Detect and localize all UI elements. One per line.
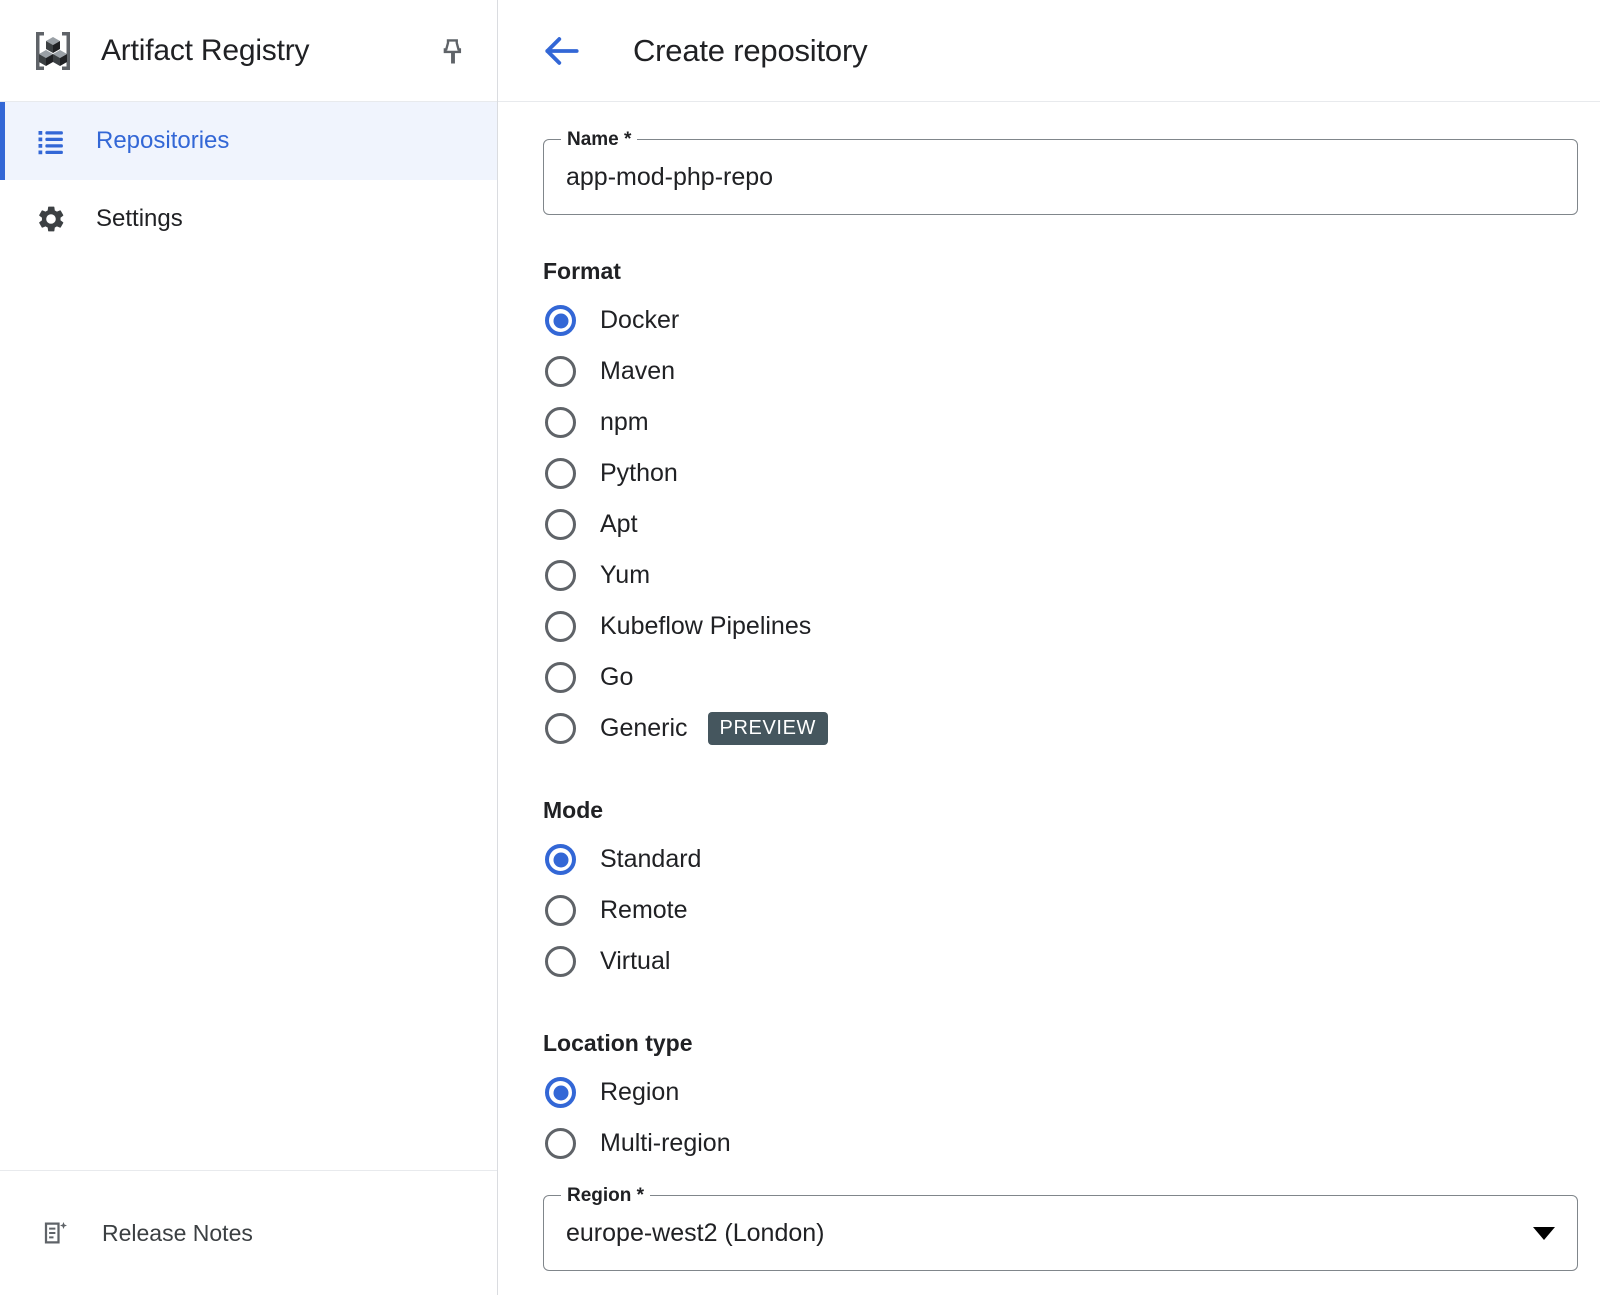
location-type-option-multi-region[interactable]: Multi-region — [543, 1118, 1600, 1169]
format-option-label: npm — [600, 408, 649, 437]
sidebar-item-repositories[interactable]: Repositories — [0, 102, 497, 180]
radio-icon[interactable] — [545, 407, 576, 438]
region-select-value: europe-west2 (London) — [566, 1219, 825, 1248]
radio-icon[interactable] — [545, 458, 576, 489]
radio-icon[interactable] — [545, 895, 576, 926]
sidebar-item-label: Settings — [96, 205, 183, 233]
format-option-label: Generic — [600, 714, 688, 743]
format-option-label: Go — [600, 663, 633, 692]
list-icon — [34, 124, 68, 158]
spacer — [543, 1169, 1600, 1195]
sidebar-item-label: Repositories — [96, 127, 229, 155]
location-type-option-region[interactable]: Region — [543, 1067, 1600, 1118]
format-group-label: Format — [543, 258, 1600, 285]
format-option-label: Python — [600, 459, 678, 488]
sidebar-nav: Repositories Settings — [0, 102, 497, 258]
radio-icon[interactable] — [545, 844, 576, 875]
format-option-python[interactable]: Python — [543, 448, 1600, 499]
radio-icon[interactable] — [545, 1128, 576, 1159]
name-field[interactable]: Name * app-mod-php-repo — [543, 139, 1578, 215]
name-field-label: Name * — [561, 129, 637, 151]
chevron-down-icon[interactable] — [1533, 1227, 1555, 1240]
mode-group-label: Mode — [543, 797, 1600, 824]
mode-group: Mode Standard Remote Virtual — [543, 797, 1600, 987]
pin-icon[interactable] — [431, 29, 475, 73]
radio-icon[interactable] — [545, 509, 576, 540]
format-option-label: Maven — [600, 357, 675, 386]
artifact-registry-logo-icon — [26, 24, 80, 78]
format-option-maven[interactable]: Maven — [543, 346, 1600, 397]
radio-icon[interactable] — [545, 305, 576, 336]
mode-option-label: Remote — [600, 896, 688, 925]
release-notes-label: Release Notes — [102, 1220, 253, 1247]
format-option-apt[interactable]: Apt — [543, 499, 1600, 550]
mode-option-remote[interactable]: Remote — [543, 885, 1600, 936]
radio-icon[interactable] — [545, 560, 576, 591]
format-option-yum[interactable]: Yum — [543, 550, 1600, 601]
sidebar-item-settings[interactable]: Settings — [0, 180, 497, 258]
arrow-left-icon[interactable] — [536, 25, 588, 77]
location-type-group-label: Location type — [543, 1030, 1600, 1057]
location-type-option-label: Multi-region — [600, 1129, 731, 1158]
radio-icon[interactable] — [545, 1077, 576, 1108]
location-type-option-label: Region — [600, 1078, 679, 1107]
format-option-npm[interactable]: npm — [543, 397, 1600, 448]
format-option-docker[interactable]: Docker — [543, 295, 1600, 346]
create-repository-form: Name * app-mod-php-repo Format Docker Ma… — [498, 102, 1600, 1271]
radio-icon[interactable] — [545, 946, 576, 977]
preview-badge: PREVIEW — [708, 712, 828, 745]
format-option-label: Yum — [600, 561, 650, 590]
name-input[interactable]: app-mod-php-repo — [566, 163, 773, 192]
mode-option-label: Virtual — [600, 947, 670, 976]
page-header: Create repository — [498, 0, 1600, 102]
page-title: Create repository — [633, 33, 867, 69]
radio-icon[interactable] — [545, 713, 576, 744]
location-type-group: Location type Region Multi-region — [543, 1030, 1600, 1169]
format-option-label: Docker — [600, 306, 679, 335]
gear-icon — [34, 202, 68, 236]
radio-icon[interactable] — [545, 611, 576, 642]
sidebar-header: Artifact Registry — [0, 0, 497, 102]
mode-option-virtual[interactable]: Virtual — [543, 936, 1600, 987]
product-title: Artifact Registry — [101, 34, 309, 68]
mode-option-label: Standard — [600, 845, 701, 874]
radio-icon[interactable] — [545, 662, 576, 693]
format-option-label: Apt — [600, 510, 638, 539]
format-group: Format Docker Maven npm Python — [543, 258, 1600, 754]
release-notes-link[interactable]: Release Notes — [0, 1170, 497, 1295]
release-notes-icon — [40, 1217, 72, 1249]
format-option-label: Kubeflow Pipelines — [600, 612, 811, 641]
format-option-kubeflow-pipelines[interactable]: Kubeflow Pipelines — [543, 601, 1600, 652]
artifact-registry-create-repository-page: Artifact Registry — [0, 0, 1600, 1295]
region-select[interactable]: Region * europe-west2 (London) — [543, 1195, 1578, 1271]
region-select-label: Region * — [561, 1185, 650, 1207]
sidebar: Artifact Registry — [0, 0, 498, 1295]
format-option-generic[interactable]: Generic PREVIEW — [543, 703, 1600, 754]
mode-option-standard[interactable]: Standard — [543, 834, 1600, 885]
radio-icon[interactable] — [545, 356, 576, 387]
main-content: Create repository Name * app-mod-php-rep… — [498, 0, 1600, 1295]
format-option-go[interactable]: Go — [543, 652, 1600, 703]
